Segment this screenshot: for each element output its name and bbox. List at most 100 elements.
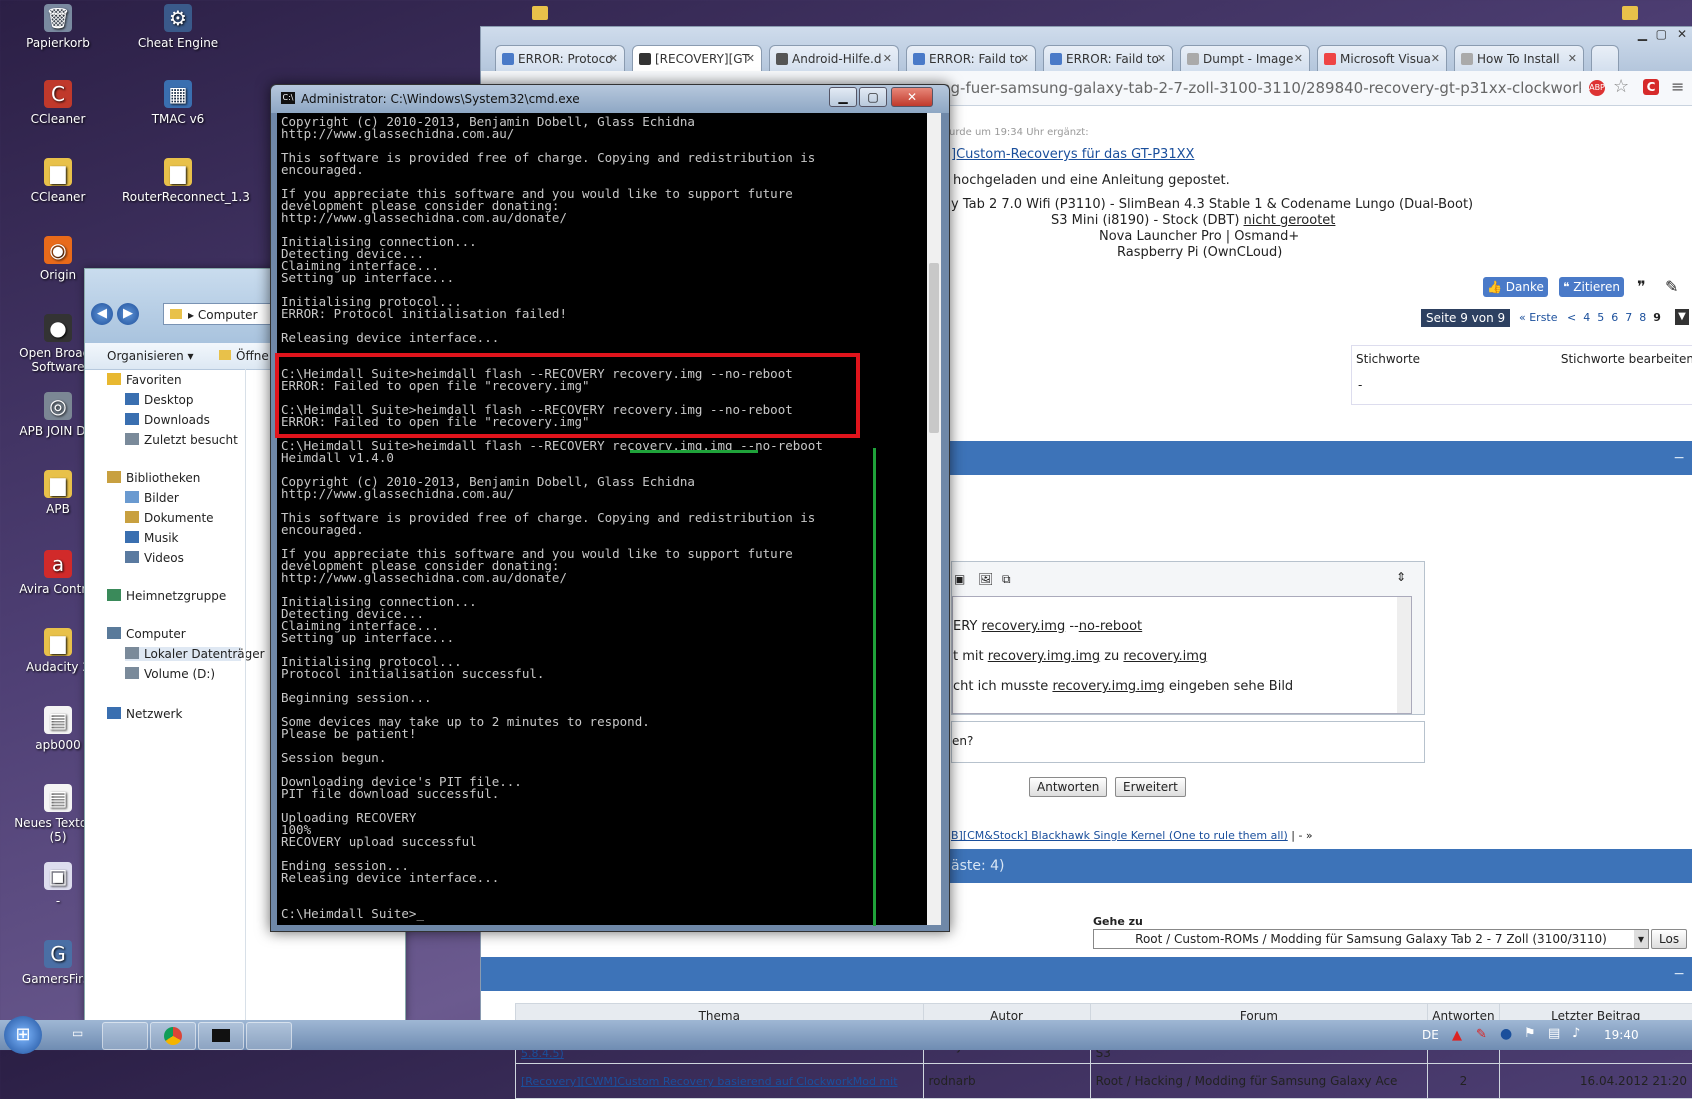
tree-downloads[interactable]: Downloads: [125, 413, 210, 427]
tab-close-icon[interactable]: ✕: [1568, 46, 1577, 71]
tab-close-icon[interactable]: ✕: [883, 46, 892, 71]
tree-network[interactable]: Netzwerk: [107, 707, 182, 721]
pager-page[interactable]: <: [1567, 311, 1576, 324]
cmd-console[interactable]: Copyright (c) 2010-2013, Benjamin Dobell…: [277, 113, 927, 925]
taskbar-explorer-icon[interactable]: [102, 1022, 148, 1050]
tab-close-icon[interactable]: ✕: [1294, 46, 1303, 71]
bookmark-star-icon[interactable]: ☆: [1613, 76, 1629, 97]
taskbar-window-icon[interactable]: [246, 1022, 292, 1050]
desktop-shortcut[interactable]: ⚙Cheat Engine: [122, 4, 234, 50]
tree-volume-d[interactable]: Volume (D:): [125, 667, 215, 681]
avira-tray-icon[interactable]: ▲: [1452, 1028, 1462, 1043]
tree-computer[interactable]: Computer: [107, 627, 186, 641]
tab-close-icon[interactable]: ✕: [1020, 46, 1029, 71]
forward-arrow-icon[interactable]: ▶: [117, 303, 139, 325]
edit-icon[interactable]: ✎: [1665, 277, 1678, 296]
show-desktop-icon[interactable]: ▭: [72, 1026, 83, 1040]
language-indicator[interactable]: DE: [1422, 1028, 1439, 1042]
tab-close-icon[interactable]: ✕: [746, 46, 755, 72]
tray-icon[interactable]: ✎: [1476, 1027, 1487, 1042]
collapse-icon[interactable]: −: [1673, 957, 1685, 991]
pager-page[interactable]: 5: [1597, 311, 1604, 324]
editor-scrollbar[interactable]: [1397, 597, 1411, 713]
pager-page[interactable]: 9: [1653, 311, 1661, 324]
tree-videos[interactable]: Videos: [125, 551, 184, 565]
minimize-icon[interactable]: ▁: [829, 87, 857, 107]
insert-image-icon[interactable]: ▣: [954, 572, 965, 586]
quote-insert-icon[interactable]: ⧉: [1002, 572, 1011, 587]
browser-tab[interactable]: ERROR: Faild to✕: [906, 45, 1036, 71]
volume-icon[interactable]: ♪: [1572, 1026, 1580, 1041]
browser-tab[interactable]: How To Install✕: [1454, 45, 1584, 71]
cmd-scrollbar[interactable]: [927, 113, 941, 925]
tree-desktop[interactable]: Desktop: [125, 393, 194, 407]
desktop-shortcut[interactable]: CCCleaner: [2, 80, 114, 126]
reply-textarea[interactable]: ERY recovery.img --no-reboot t mit recov…: [952, 596, 1412, 714]
desktop-shortcut[interactable]: 🗑Papierkorb: [2, 4, 114, 50]
next-thread-link[interactable]: B][CM&Stock] Blackhawk Single Kernel (On…: [951, 829, 1288, 842]
desktop-shortcut[interactable]: ▆CCleaner: [2, 158, 114, 204]
network-tray-icon[interactable]: ●: [1500, 1026, 1512, 1042]
pager-first[interactable]: « Erste: [1519, 311, 1558, 324]
browser-tab[interactable]: Android-Hilfe.d✕: [769, 45, 899, 71]
resize-icon[interactable]: ⇕: [1396, 570, 1406, 584]
tab-close-icon[interactable]: ✕: [609, 46, 618, 71]
reply-button[interactable]: Antworten: [1029, 777, 1107, 797]
new-tab-button[interactable]: [1591, 45, 1619, 71]
multi-quote-icon[interactable]: ❞: [1637, 277, 1646, 296]
browser-tab[interactable]: [RECOVERY][GT✕: [632, 45, 762, 72]
browser-tab[interactable]: ERROR: Faild to✕: [1043, 45, 1173, 71]
keywords-edit-link[interactable]: Stichworte bearbeiten: [1561, 352, 1692, 366]
recovery-link[interactable]: ]Custom-Recoverys für das GT-P31XX: [951, 147, 1194, 162]
collapse-icon[interactable]: −: [1673, 441, 1685, 475]
taskbar-chrome-icon[interactable]: [150, 1022, 196, 1050]
pager-page[interactable]: 8: [1639, 311, 1646, 324]
advanced-button[interactable]: Erweitert: [1115, 777, 1186, 797]
tree-local-disk[interactable]: Lokaler Datenträger: [125, 647, 241, 661]
close-icon[interactable]: ✕: [1677, 27, 1687, 41]
tree-libraries[interactable]: Bibliotheken: [107, 471, 200, 485]
browser-tab[interactable]: Dumpt - Image✕: [1180, 45, 1310, 71]
tree-music[interactable]: Musik: [125, 531, 179, 545]
adblock-icon[interactable]: ABP: [1589, 80, 1605, 96]
minimize-icon[interactable]: ▁: [1638, 27, 1647, 41]
insert-picture-icon[interactable]: 🖼: [978, 572, 993, 586]
open-button[interactable]: Öffne: [219, 343, 269, 369]
pager-dropdown-icon[interactable]: ▼: [1675, 309, 1689, 325]
browser-tab[interactable]: Microsoft Visua✕: [1317, 45, 1447, 71]
pager-page[interactable]: 4: [1583, 311, 1590, 324]
close-icon[interactable]: ✕: [891, 87, 933, 107]
cmd-titlebar[interactable]: C:\ Administrator: C:\Windows\System32\c…: [271, 85, 949, 113]
maximize-icon[interactable]: ▢: [1656, 27, 1667, 41]
quote-button[interactable]: ❝ Zitieren: [1559, 277, 1624, 297]
desktop-folder-top-icon[interactable]: [532, 6, 548, 20]
desktop-folder-top-right-icon[interactable]: [1622, 6, 1638, 20]
extension-icon[interactable]: C: [1643, 79, 1659, 95]
organize-button[interactable]: Organisieren ▾: [107, 343, 194, 369]
scroll-thumb[interactable]: [929, 263, 939, 433]
maximize-icon[interactable]: ▢: [859, 87, 887, 107]
back-arrow-icon[interactable]: ◀: [91, 303, 113, 325]
thread-link[interactable]: [Recovery][CWM]Custom Recovery basierend…: [521, 1075, 898, 1088]
browser-tab[interactable]: ERROR: Protoco✕: [495, 45, 625, 71]
pager-page[interactable]: 7: [1625, 311, 1632, 324]
menu-icon[interactable]: ≡: [1671, 77, 1684, 96]
url-field[interactable]: ng-fuer-samsung-galaxy-tab-2-7-zoll-3100…: [941, 77, 1581, 99]
tree-homegroup[interactable]: Heimnetzgruppe: [107, 589, 226, 603]
tab-close-icon[interactable]: ✕: [1157, 46, 1166, 71]
clock[interactable]: 19:40: [1604, 1028, 1639, 1042]
flag-icon[interactable]: ⚑: [1524, 1026, 1536, 1041]
monitor-icon[interactable]: ▤: [1548, 1026, 1560, 1041]
tree-documents[interactable]: Dokumente: [125, 511, 214, 525]
tree-favorites[interactable]: Favoriten: [107, 373, 182, 387]
tab-close-icon[interactable]: ✕: [1431, 46, 1440, 71]
goto-select[interactable]: Root / Custom-ROMs / Modding für Samsung…: [1093, 929, 1649, 949]
start-button-icon[interactable]: ⊞: [4, 1016, 42, 1054]
tree-pictures[interactable]: Bilder: [125, 491, 179, 505]
taskbar-cmd-icon[interactable]: [198, 1022, 244, 1050]
goto-button[interactable]: Los: [1651, 929, 1687, 949]
pager-page[interactable]: 6: [1611, 311, 1618, 324]
tree-recent[interactable]: Zuletzt besucht: [125, 433, 238, 447]
desktop-shortcut[interactable]: ▆RouterReconnect_1.3: [122, 158, 234, 204]
desktop-shortcut[interactable]: ▦TMAC v6: [122, 80, 234, 126]
